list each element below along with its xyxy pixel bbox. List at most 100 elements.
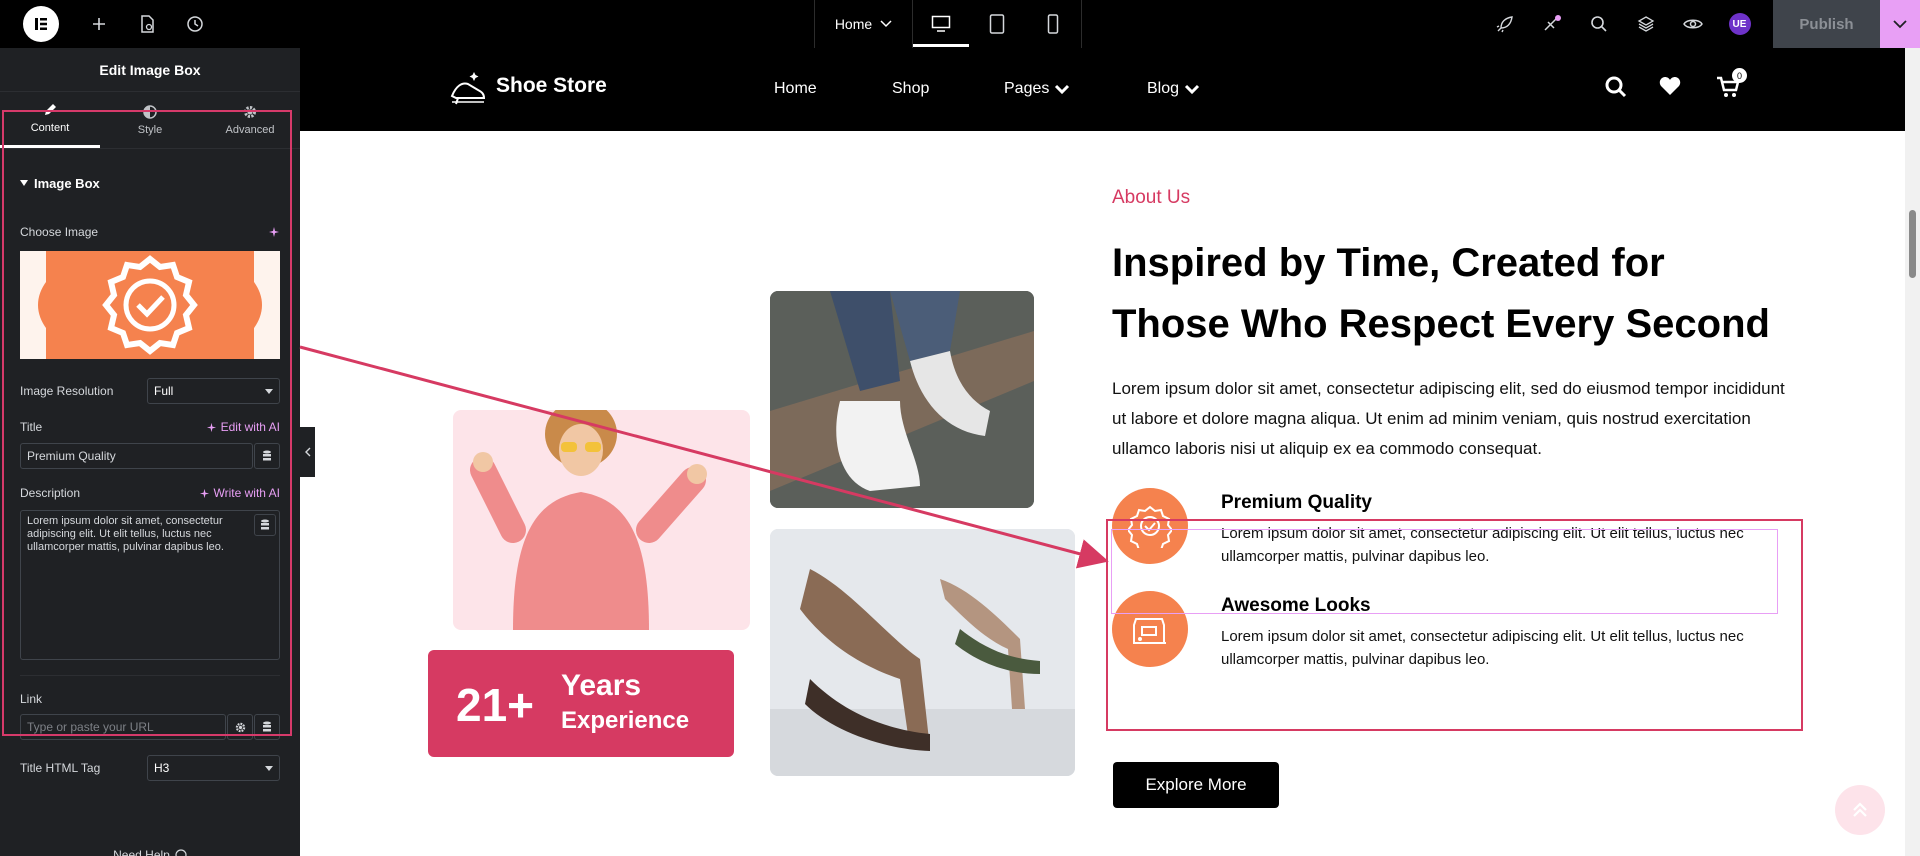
user-menu[interactable]: UE — [1716, 0, 1763, 48]
page-canvas: Shoe Store Home Shop Pages Blog 0 21+ Ye… — [300, 48, 1905, 856]
nav-home[interactable]: Home — [774, 80, 817, 98]
link-label-row: Link — [20, 690, 280, 708]
tag-label: Title HTML Tag — [20, 761, 101, 775]
site-header: Shoe Store Home Shop Pages Blog 0 — [300, 48, 1905, 131]
dynamic-tags-button[interactable] — [254, 714, 280, 740]
resolution-value: Full — [154, 384, 174, 398]
tablet-view-icon[interactable] — [969, 0, 1025, 48]
site-brand[interactable]: Shoe Store — [448, 66, 607, 106]
title-input-value: Premium Quality — [27, 449, 116, 463]
preview-eye-icon[interactable] — [1669, 0, 1716, 48]
experience-number: 21+ — [456, 679, 535, 731]
notifications-icon[interactable] — [1528, 0, 1575, 48]
chevron-down-icon — [1184, 84, 1200, 94]
tab-content[interactable]: Content — [0, 92, 100, 148]
history-icon[interactable] — [171, 0, 219, 48]
nav-pages-label: Pages — [1004, 80, 1050, 97]
nav-blog[interactable]: Blog — [1147, 80, 1200, 98]
section-image-box-toggle[interactable]: Image Box — [0, 157, 300, 209]
page-selector[interactable]: Home — [815, 0, 913, 48]
section-title: Image Box — [34, 175, 100, 191]
dynamic-tags-button[interactable] — [254, 443, 280, 469]
title-label-row: Title Edit with AI — [20, 420, 280, 434]
panel-title: Edit Image Box — [0, 48, 300, 92]
tab-advanced[interactable]: Advanced — [200, 92, 300, 148]
resolution-label: Image Resolution — [20, 384, 114, 398]
brand-name: Shoe Store — [496, 74, 607, 97]
write-with-ai-label: Write with AI — [213, 486, 280, 500]
edit-with-ai-label: Edit with AI — [220, 420, 280, 434]
nav-pages[interactable]: Pages — [1004, 80, 1070, 98]
add-element-icon[interactable] — [75, 0, 123, 48]
scrollbar-thumb[interactable] — [1909, 210, 1916, 278]
link-label: Link — [20, 692, 43, 706]
feature-premium-quality[interactable]: Premium Quality Lorem ipsum dolor sit am… — [1112, 488, 1772, 568]
ai-sparkle-icon — [206, 422, 216, 432]
avatar: UE — [1728, 13, 1751, 35]
edit-with-ai-link[interactable]: Edit with AI — [206, 420, 280, 434]
database-icon — [261, 519, 269, 530]
tab-style[interactable]: Style — [100, 92, 200, 148]
tag-row: Title HTML Tag H3 — [20, 755, 280, 781]
caret-down-icon — [20, 180, 28, 186]
link-input[interactable]: Type or paste your URL — [20, 714, 226, 740]
caret-down-icon — [265, 388, 273, 394]
explore-more-button[interactable]: Explore More — [1113, 762, 1279, 808]
badge-check-icon — [1112, 488, 1188, 564]
feature-description: Lorem ipsum dolor sit amet, consectetur … — [1221, 628, 1744, 668]
description-textarea[interactable]: Lorem ipsum dolor sit amet, consectetur … — [20, 510, 280, 660]
desktop-view-icon[interactable] — [913, 0, 969, 48]
help-circle-icon — [175, 849, 187, 856]
elementor-logo-icon[interactable] — [23, 6, 59, 42]
image-preview[interactable] — [20, 251, 280, 359]
tag-select[interactable]: H3 — [147, 755, 280, 781]
gear-icon — [244, 105, 256, 118]
resolution-select[interactable]: Full — [147, 378, 280, 404]
write-with-ai-link[interactable]: Write with AI — [199, 486, 280, 500]
ai-sparkle-icon[interactable] — [268, 226, 280, 238]
wishlist-heart-icon[interactable] — [1659, 76, 1681, 101]
experience-line1: Years — [561, 669, 642, 702]
search-icon[interactable] — [1575, 0, 1622, 48]
topbar-right: UE Publish — [1481, 0, 1920, 48]
canvas-scrollbar[interactable] — [1905, 48, 1920, 856]
headline: Inspired by Time, Created for Those Who … — [1112, 233, 1792, 355]
link-options-button[interactable] — [227, 714, 253, 740]
description-label-row: Description Write with AI — [20, 486, 280, 500]
need-help-label: Need Help — [113, 848, 170, 856]
database-icon — [263, 721, 271, 732]
title-label: Title — [20, 420, 43, 434]
feature-awesome-looks[interactable]: Awesome Looks Lorem ipsum dolor sit amet… — [1112, 591, 1772, 671]
nav-shop[interactable]: Shop — [892, 80, 929, 98]
gear-icon — [235, 722, 245, 732]
mobile-view-icon[interactable] — [1025, 0, 1081, 48]
link-input-row: Type or paste your URL — [20, 714, 280, 740]
title-input[interactable]: Premium Quality — [20, 443, 253, 469]
title-input-row: Premium Quality — [20, 443, 280, 469]
chevron-down-icon — [1893, 19, 1907, 28]
pencil-icon — [45, 104, 56, 115]
feature-title: Premium Quality — [1221, 492, 1372, 513]
shoe-box-icon — [1112, 591, 1188, 667]
scroll-to-top-button[interactable] — [1835, 785, 1885, 835]
headline-line1: Inspired by Time, Created for — [1112, 241, 1665, 285]
publish-options-button[interactable] — [1880, 0, 1920, 48]
caret-down-icon — [265, 765, 273, 771]
database-icon — [263, 450, 271, 461]
publish-button[interactable]: Publish — [1773, 0, 1880, 48]
half-circle-icon — [143, 104, 157, 119]
dynamic-tags-button[interactable] — [254, 514, 276, 536]
need-help-link[interactable]: Need Help — [0, 848, 300, 856]
rocket-icon[interactable] — [1481, 0, 1528, 48]
tab-style-label: Style — [137, 123, 163, 136]
page-settings-icon[interactable] — [123, 0, 171, 48]
choose-image-row: Choose Image — [20, 225, 280, 239]
header-search-icon[interactable] — [1605, 76, 1627, 103]
nav-shop-label: Shop — [892, 80, 930, 97]
tag-value: H3 — [154, 761, 170, 775]
experience-badge: 21+ Years Experience — [428, 650, 734, 757]
topbar-center: Home — [814, 0, 1082, 48]
double-chevron-up-icon — [1853, 802, 1867, 817]
about-label: About Us — [1112, 187, 1191, 208]
layers-icon[interactable] — [1622, 0, 1669, 48]
